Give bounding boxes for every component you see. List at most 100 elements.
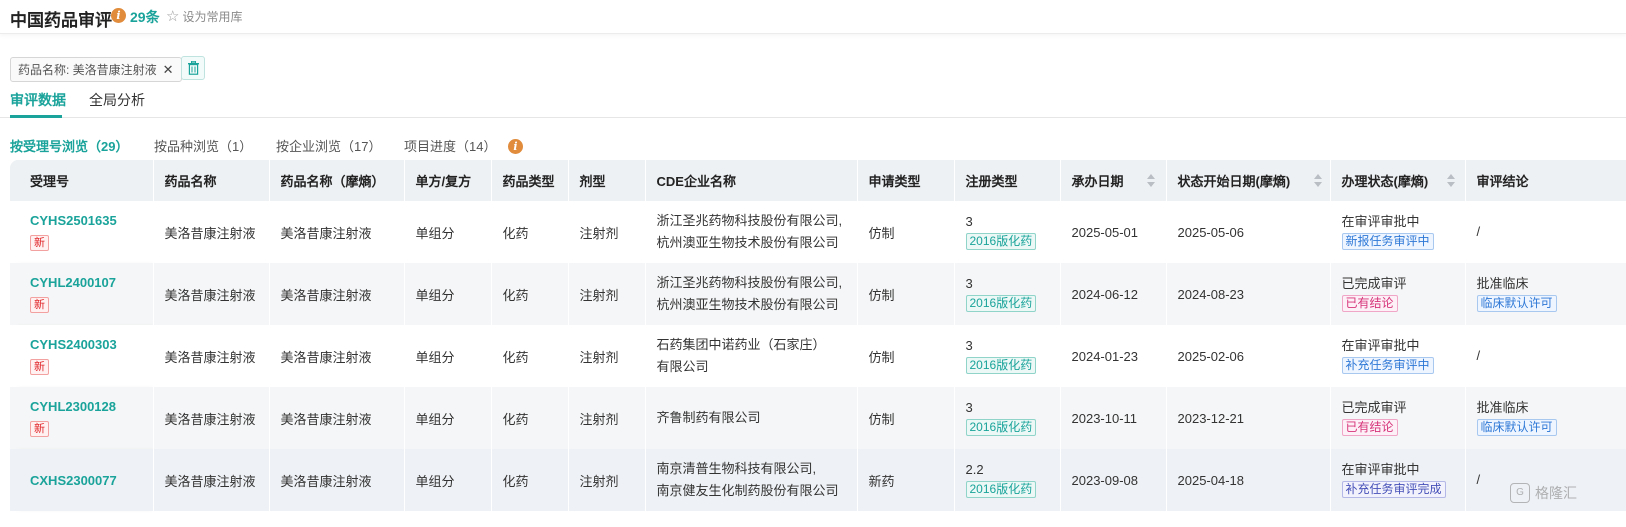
cell-drug-name-moshang: 美洛昔康注射液 [269,201,405,263]
cell-reg-type: 3 2016版化药 [954,263,1061,325]
status-text: 已完成审评 [1341,400,1407,415]
cell-accept-date: 2024-06-12 [1060,263,1167,325]
acceptance-no-link[interactable]: CXHS2300077 [30,473,153,488]
close-icon[interactable]: ✕ [163,62,174,78]
status-tag: 已有结论 [1341,419,1398,436]
filter-chip[interactable]: 药品名称: 美洛昔康注射液 ✕ [10,57,182,82]
table-row[interactable]: CYHS2400303 新美洛昔康注射液 美洛昔康注射液 单组分 化药 注射剂 石药集团中诺… [10,325,1626,387]
conclusion-tag: 临床默认许可 [1476,295,1557,312]
reg-class: 2.2 [965,462,984,477]
table-row[interactable]: CYHS2501635 新美洛昔康注射液 美洛昔康注射液 单组分 化药 注射剂 浙江圣兆药物… [10,201,1626,263]
cell-dosage-form: 注射剂 [568,263,646,325]
column-header[interactable]: 药品类型 [491,160,569,201]
column-header[interactable]: 申请类型 [857,160,955,201]
watermark: G 格隆汇 [1510,483,1577,503]
cell-acceptance-no: CYHS2400303 新 [10,325,154,387]
cell-status-date: 2025-02-06 [1166,325,1331,387]
column-header[interactable]: CDE企业名称 [645,160,858,201]
cell-drug-name-moshang: 美洛昔康注射液 [269,387,405,449]
company-name[interactable]: 浙江圣兆药物科技股份有限公司, [657,210,857,232]
cell-status-date: 2024-08-23 [1166,263,1331,325]
cell-conclusion: 批准临床临床默认许可 [1465,263,1626,325]
sort-icon[interactable] [1313,172,1322,188]
cell-drug-name: 美洛昔康注射液 [153,449,270,511]
column-header[interactable]: 药品名称 [153,160,270,201]
company-name[interactable]: 南京健友生化制药股份有限公司 [657,480,857,502]
cell-apply-type: 仿制 [857,263,955,325]
column-header-sortable[interactable]: 承办日期 [1060,160,1167,201]
company-name[interactable]: 南京清普生物科技有限公司, [657,458,857,480]
status-text: 已完成审评 [1341,276,1407,291]
subtab-by-acceptance-no[interactable]: 按受理号浏览（29） [10,136,128,155]
cell-dosage-form: 注射剂 [568,201,646,263]
cell-conclusion: / [1465,201,1626,263]
table-row[interactable]: CYHL2300128 新美洛昔康注射液 美洛昔康注射液 单组分 化药 注射剂 齐鲁制药有限… [10,387,1626,449]
cell-accept-date: 2024-01-23 [1060,325,1167,387]
tab-review-data[interactable]: 审评数据 [10,90,66,110]
cell-apply-type: 仿制 [857,387,955,449]
cell-drug-name: 美洛昔康注射液 [153,201,270,263]
acceptance-no-link[interactable]: CYHL2400107 [30,275,153,290]
trash-icon [187,61,199,75]
new-badge: 新 [30,359,49,375]
reg-version-tag: 2016版化药 [965,295,1037,312]
reg-class: 3 [965,400,973,415]
column-header[interactable]: 剂型 [568,160,646,201]
cell-single-compound: 单组分 [404,201,492,263]
cell-single-compound: 单组分 [404,263,492,325]
conclusion-text: 批准临床 [1476,276,1529,291]
tab-global-analysis[interactable]: 全局分析 [89,90,145,110]
set-favorite-button[interactable]: ☆ 设为常用库 [166,8,242,25]
reg-class: 3 [965,276,973,291]
new-badge: 新 [30,235,49,251]
column-header-label: 承办日期 [1071,174,1124,189]
table-row[interactable]: CYHL2400107 新美洛昔康注射液 美洛昔康注射液 单组分 化药 注射剂 浙江圣兆药物… [10,263,1626,325]
cell-company: 浙江圣兆药物科技股份有限公司, 杭州澳亚生物技术股份有限公司 [645,263,858,325]
subtab-project-progress[interactable]: 项目进度（14） [404,136,496,155]
company-name[interactable]: 齐鲁制药有限公司 [657,407,857,429]
cell-status-date: 2025-05-06 [1166,201,1331,263]
info-icon[interactable]: i [111,8,126,23]
cell-accept-date: 2023-09-08 [1060,449,1167,511]
company-name[interactable]: 杭州澳亚生物技术股份有限公司 [657,232,857,254]
acceptance-no-link[interactable]: CYHL2300128 [30,399,153,414]
info-icon[interactable]: i [508,139,523,154]
column-header[interactable]: 单方/复方 [404,160,492,201]
page-title: 中国药品审评 [10,11,112,30]
cell-single-compound: 单组分 [404,449,492,511]
subtab-by-variety[interactable]: 按品种浏览（1） [154,136,252,155]
cell-apply-type: 仿制 [857,201,955,263]
table-row[interactable]: CXHS2300077 美洛昔康注射液 美洛昔康注射液 单组分 化药 注射剂 南京清普生物科… [10,449,1626,511]
column-header[interactable]: 审评结论 [1465,160,1626,201]
clear-filters-button[interactable] [181,56,205,80]
column-header-sortable[interactable]: 办理状态(摩熵) [1330,160,1466,201]
acceptance-no-link[interactable]: CYHS2400303 [30,337,153,352]
cell-company: 齐鲁制药有限公司 [645,387,858,449]
review-table: 受理号 药品名称 药品名称（摩熵） 单方/复方 药品类型 剂型 CDE企业名称 … [10,160,1626,527]
company-name[interactable]: 石药集团中诺药业（石家庄） [657,334,857,356]
cell-conclusion: / [1465,325,1626,387]
subtab-by-company[interactable]: 按企业浏览（17） [276,136,381,155]
cell-status: 在审评审批中 补充任务审评完成 [1330,449,1466,511]
column-header-sortable[interactable]: 状态开始日期(摩熵) [1166,160,1331,201]
reg-class: 3 [965,338,973,353]
sort-icon[interactable] [1146,172,1155,188]
status-tag: 补充任务审评完成 [1341,481,1446,498]
company-name[interactable]: 浙江圣兆药物科技股份有限公司, [657,272,857,294]
column-header[interactable]: 受理号 [10,160,154,201]
reg-version-tag: 2016版化药 [965,481,1037,498]
sort-icon[interactable] [1446,172,1455,188]
cell-drug-type: 化药 [491,201,569,263]
column-header[interactable]: 注册类型 [954,160,1061,201]
acceptance-no-link[interactable]: CYHS2501635 [30,213,153,228]
cell-acceptance-no: CXHS2300077 [10,449,154,511]
cell-reg-type: 3 2016版化药 [954,387,1061,449]
cell-reg-type: 3 2016版化药 [954,325,1061,387]
company-name[interactable]: 有限公司 [657,356,857,378]
cell-drug-type: 化药 [491,387,569,449]
company-name[interactable]: 杭州澳亚生物技术股份有限公司 [657,294,857,316]
column-header[interactable]: 药品名称（摩熵） [269,160,405,201]
status-text: 在审评审批中 [1341,338,1420,353]
status-tag: 已有结论 [1341,295,1398,312]
watermark-text: 格隆汇 [1535,485,1577,501]
